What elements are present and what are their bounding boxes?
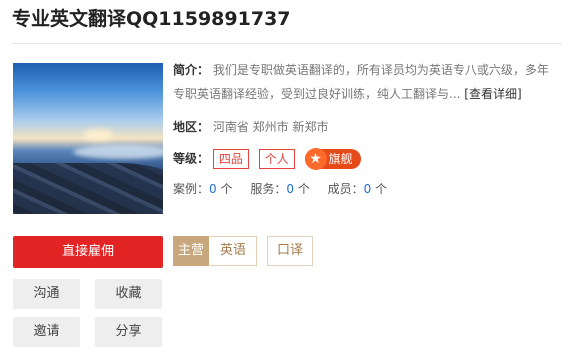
level-badge-type: 个人 bbox=[258, 149, 295, 169]
header-divider bbox=[12, 43, 562, 44]
contact-button[interactable]: 沟通 bbox=[13, 279, 80, 309]
favorite-button[interactable]: 收藏 bbox=[95, 279, 162, 309]
cases-label: 案例： bbox=[173, 182, 210, 196]
level-badge-rank: 四品 bbox=[212, 149, 249, 169]
photo-rocks bbox=[13, 163, 163, 214]
invite-button[interactable]: 邀请 bbox=[13, 317, 80, 347]
stats-row: 案例：0 个 服务：0 个 成员：0 个 bbox=[173, 180, 387, 197]
share-button[interactable]: 分享 bbox=[95, 317, 162, 347]
photo-sun bbox=[83, 129, 113, 141]
service-unit: 个 bbox=[297, 182, 310, 196]
page-title: 专业英文翻译QQ1159891737 bbox=[12, 8, 291, 30]
hire-button[interactable]: 直接雇佣 bbox=[13, 236, 163, 268]
photo-wave bbox=[73, 145, 163, 159]
star-icon: ★ bbox=[304, 148, 327, 170]
level-label: 等级： bbox=[173, 151, 210, 166]
intro-text-line2: 专职英语翻译经验，受到过良好训练，纯人工翻译与... bbox=[173, 87, 461, 101]
area-label: 地区： bbox=[173, 120, 210, 134]
service-count[interactable]: 0 bbox=[286, 182, 294, 196]
members-unit: 个 bbox=[375, 182, 388, 196]
cases-unit: 个 bbox=[220, 182, 233, 196]
service-tag-interpretation[interactable]: 口译 bbox=[267, 236, 313, 266]
intro-text-line1: 我们是专职做英语翻译的，所有译员均为英语专八或六级，多年 bbox=[212, 63, 549, 77]
main-business-label: 主营 bbox=[173, 236, 209, 266]
level-row: 等级： 四品 个人 ★ 旗舰 bbox=[173, 148, 361, 170]
members-label: 成员： bbox=[327, 182, 364, 196]
flagship-label: 旗舰 bbox=[328, 152, 353, 166]
intro-row-continued: 专职英语翻译经验，受到过良好训练，纯人工翻译与... [查看详细] bbox=[173, 85, 522, 102]
intro-label: 简介： bbox=[173, 63, 210, 77]
view-details-link[interactable]: [查看详细] bbox=[464, 87, 521, 101]
intro-row: 简介： 我们是专职做英语翻译的，所有译员均为英语专八或六级，多年 bbox=[173, 61, 549, 78]
area-row: 地区： 河南省 郑州市 新郑市 bbox=[173, 118, 328, 135]
service-tag-english[interactable]: 英语 bbox=[210, 236, 257, 266]
service-label: 服务： bbox=[250, 182, 287, 196]
flagship-badge: ★ 旗舰 bbox=[304, 148, 361, 170]
shop-avatar-image[interactable] bbox=[13, 63, 163, 214]
cases-count[interactable]: 0 bbox=[209, 182, 217, 196]
area-value: 河南省 郑州市 新郑市 bbox=[212, 120, 329, 134]
members-count[interactable]: 0 bbox=[364, 182, 372, 196]
